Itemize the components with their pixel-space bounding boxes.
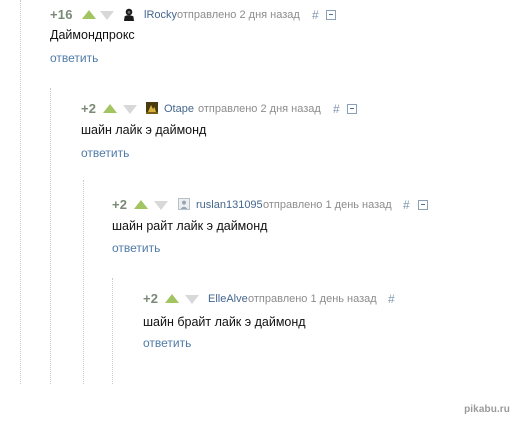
small-picture-avatar-icon <box>146 102 158 115</box>
vote-up-icon[interactable] <box>134 200 148 209</box>
default-avatar-icon <box>178 198 190 211</box>
reply-link[interactable]: ответить <box>50 51 98 65</box>
comment-timestamp: отправлено 2 дня назад <box>177 9 300 21</box>
comment-timestamp: отправлено 2 дня назад <box>198 103 321 115</box>
vote-down-icon[interactable] <box>154 201 168 210</box>
comment-rating: +16 <box>50 7 73 22</box>
vote-up-icon[interactable] <box>103 104 117 113</box>
comment-permalink[interactable]: # <box>388 291 395 307</box>
collapse-icon[interactable] <box>326 10 336 20</box>
comment-rating: +2 <box>112 197 128 212</box>
comment-rating: +2 <box>143 291 159 306</box>
hoodie-figure-icon <box>123 8 135 21</box>
vote-down-icon[interactable] <box>123 105 137 114</box>
vote-down-icon[interactable] <box>100 11 114 20</box>
thread-line <box>83 180 84 384</box>
reply-link[interactable]: ответить <box>143 336 191 350</box>
reply-link[interactable]: ответить <box>112 241 160 255</box>
comment-text: Даймондпрокс <box>50 28 135 42</box>
comment-rating: +2 <box>81 101 97 116</box>
thread-line <box>112 278 113 384</box>
comment-permalink[interactable]: # <box>333 101 340 117</box>
comment-timestamp: отправлено 1 день назад <box>248 293 377 305</box>
comment-username[interactable]: ruslan131095 <box>196 197 263 213</box>
thread-line <box>20 0 21 384</box>
vote-up-icon[interactable] <box>82 10 96 19</box>
comment-username[interactable]: lRocky <box>144 7 177 23</box>
collapse-icon[interactable] <box>418 200 428 210</box>
reply-link[interactable]: ответить <box>81 146 129 160</box>
site-watermark: pikabu.ru <box>464 404 510 415</box>
comment-text: шайн брайт лайк э даймонд <box>143 315 306 329</box>
comment-timestamp: отправлено 1 день назад <box>263 199 392 211</box>
collapse-icon[interactable] <box>347 104 357 114</box>
comment-permalink[interactable]: # <box>312 7 319 23</box>
comment-text: шайн райт лайк э даймонд <box>112 219 268 233</box>
comment-username[interactable]: ElleAlve <box>208 291 248 307</box>
vote-up-icon[interactable] <box>165 294 179 303</box>
comment-username[interactable]: Otape <box>164 101 194 117</box>
thread-line <box>50 88 51 384</box>
comment-text: шайн лайк э даймонд <box>81 123 207 137</box>
comment-permalink[interactable]: # <box>403 197 410 213</box>
vote-down-icon[interactable] <box>185 295 199 304</box>
